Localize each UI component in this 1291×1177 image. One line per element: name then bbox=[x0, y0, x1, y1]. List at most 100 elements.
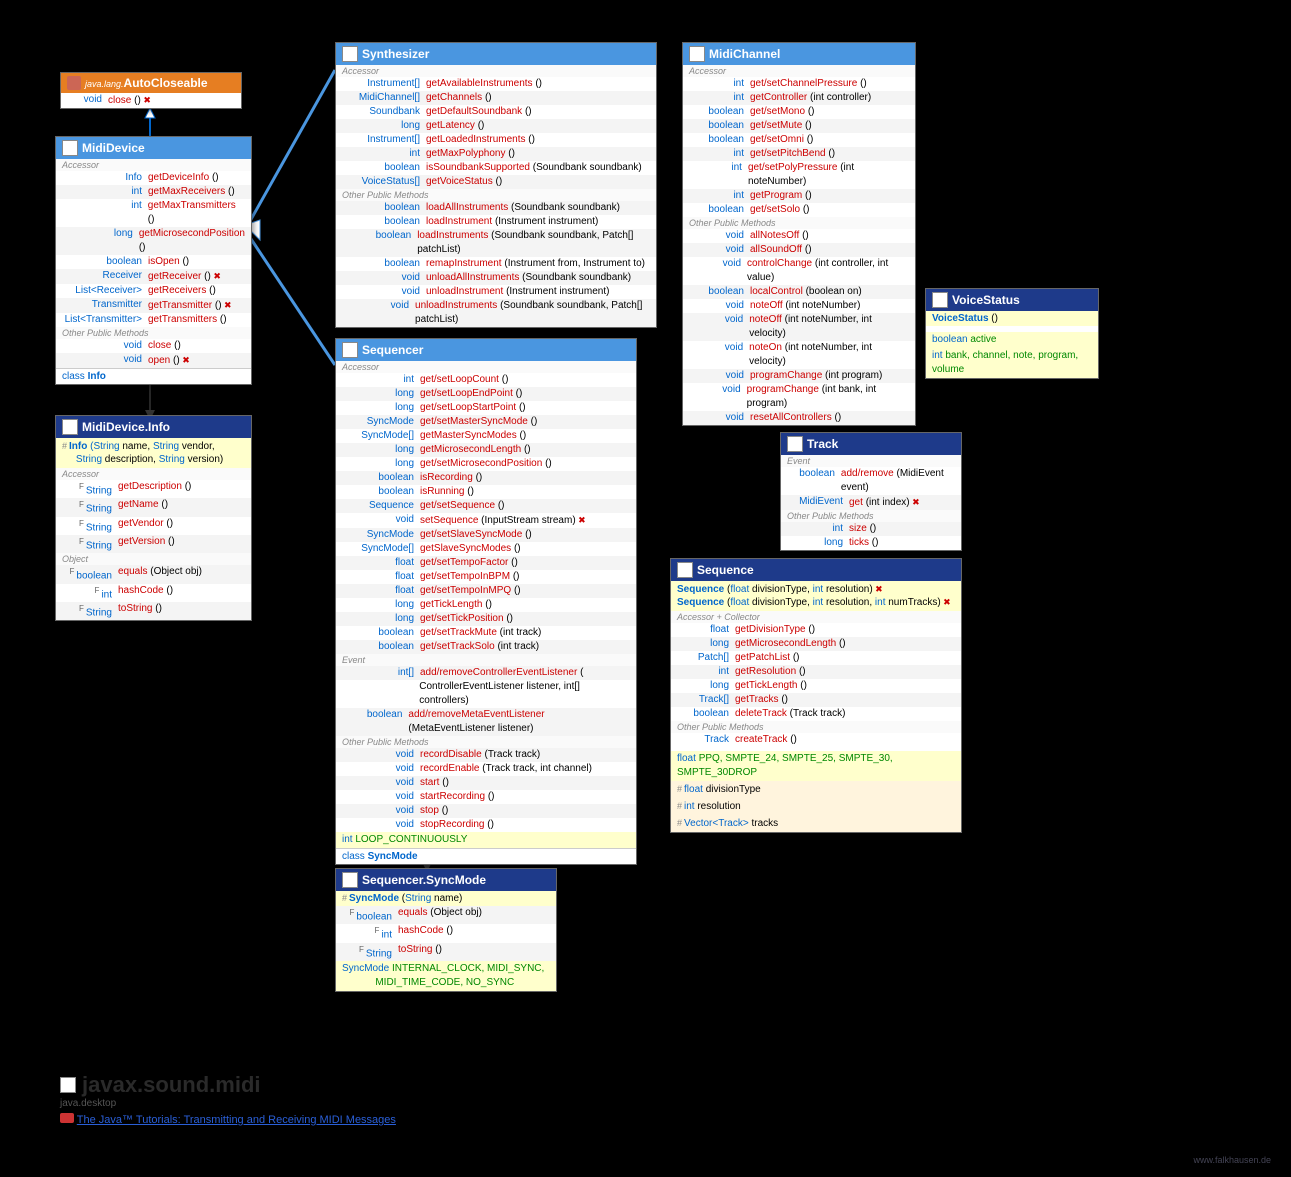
method-row: intgetMaxTransmitters () bbox=[56, 199, 251, 227]
method-row: FStringgetVersion () bbox=[56, 535, 251, 553]
method-row: FinthashCode () bbox=[56, 584, 251, 602]
method-row: booleanget/setTrackMute (int track) bbox=[336, 626, 636, 640]
tutorial-link[interactable]: The Java™ Tutorials: Transmitting and Re… bbox=[77, 1114, 396, 1126]
method-row: booleanloadInstruments (Soundbank soundb… bbox=[336, 229, 656, 257]
method-row: SyncModeget/setSlaveSyncMode () bbox=[336, 528, 636, 542]
method-row: booleanloadInstrument (Instrument instru… bbox=[336, 215, 656, 229]
method-row: booleanget/setOmni () bbox=[683, 133, 915, 147]
class-icon bbox=[787, 436, 803, 452]
method-row: ReceivergetReceiver () ✖ bbox=[56, 269, 251, 284]
oracle-icon bbox=[60, 1113, 74, 1123]
method-row: MidiChannel[]getChannels () bbox=[336, 91, 656, 105]
method-row: FStringgetVendor () bbox=[56, 517, 251, 535]
class-icon bbox=[932, 292, 948, 308]
method-row: intget/setPolyPressure (int noteNumber) bbox=[683, 161, 915, 189]
method-row: List<Receiver>getReceivers () bbox=[56, 284, 251, 298]
method-row: Fbooleanequals (Object obj) bbox=[56, 565, 251, 583]
method-row: booleanisOpen () bbox=[56, 255, 251, 269]
method-row: Patch[]getPatchList () bbox=[671, 651, 961, 665]
method-row: booleandeleteTrack (Track track) bbox=[671, 707, 961, 721]
header: VoiceStatus bbox=[926, 289, 1098, 311]
class-icon bbox=[62, 419, 78, 435]
method-row: FinthashCode () bbox=[336, 924, 556, 942]
method-row: Instrument[]getLoadedInstruments () bbox=[336, 133, 656, 147]
method-row: floatget/setTempoInBPM () bbox=[336, 570, 636, 584]
interface-icon bbox=[342, 342, 358, 358]
method-row: longget/setTickPosition () bbox=[336, 612, 636, 626]
method-row: Track[]getTracks () bbox=[671, 693, 961, 707]
method-row: voidallNotesOff () bbox=[683, 229, 915, 243]
interface-icon bbox=[689, 46, 705, 62]
class-mididevice: MidiDevice AccessorInfogetDeviceInfo ()i… bbox=[55, 136, 252, 385]
method-row: SyncModeget/setMasterSyncMode () bbox=[336, 415, 636, 429]
method-row: booleanget/setMono () bbox=[683, 105, 915, 119]
method-row: voidstop () bbox=[336, 804, 636, 818]
method-row: SoundbankgetDefaultSoundbank () bbox=[336, 105, 656, 119]
package-footer: javax.sound.midi java.desktop The Java™ … bbox=[60, 1072, 396, 1126]
header: MidiDevice bbox=[56, 137, 251, 159]
class-sequencer: Sequencer Accessorintget/setLoopCount ()… bbox=[335, 338, 637, 865]
method-row: booleanremapInstrument (Instrument from,… bbox=[336, 257, 656, 271]
interface-icon bbox=[62, 140, 78, 156]
method-row: intget/setLoopCount () bbox=[336, 373, 636, 387]
method-row: voidclose () bbox=[56, 339, 251, 353]
method-row: SyncMode[]getSlaveSyncModes () bbox=[336, 542, 636, 556]
class-syncmode: Sequencer.SyncMode #SyncMode (String nam… bbox=[335, 868, 557, 992]
method-row: booleanisSoundbankSupported (Soundbank s… bbox=[336, 161, 656, 175]
method-row: voidnoteOn (int noteNumber, int velocity… bbox=[683, 341, 915, 369]
method-row: voidstopRecording () bbox=[336, 818, 636, 832]
package-icon bbox=[60, 1077, 76, 1093]
method-row: voidrecordEnable (Track track, int chann… bbox=[336, 762, 636, 776]
header: MidiDevice.Info bbox=[56, 416, 251, 438]
method-row: booleanloadAllInstruments (Soundbank sou… bbox=[336, 201, 656, 215]
method-row: FStringgetDescription () bbox=[56, 480, 251, 498]
class-sequence: Sequence Sequence (float divisionType, i… bbox=[670, 558, 962, 833]
method-row: voidrecordDisable (Track track) bbox=[336, 748, 636, 762]
method-row: Instrument[]getAvailableInstruments () bbox=[336, 77, 656, 91]
method-row: int[]add/removeControllerEventListener ( bbox=[336, 666, 636, 680]
header: Sequencer.SyncMode bbox=[336, 869, 556, 891]
java-icon bbox=[67, 76, 81, 90]
method-row: intget/setChannelPressure () bbox=[683, 77, 915, 91]
method-row: voidcontrolChange (int controller, int v… bbox=[683, 257, 915, 285]
class-icon bbox=[677, 562, 693, 578]
method-row: longgetLatency () bbox=[336, 119, 656, 133]
method-row: booleanget/setTrackSolo (int track) bbox=[336, 640, 636, 654]
method-row: voidnoteOff (int noteNumber, int velocit… bbox=[683, 313, 915, 341]
method-row: longgetMicrosecondLength () bbox=[671, 637, 961, 651]
method-row: booleanget/setMute () bbox=[683, 119, 915, 133]
method-row: booleanlocalControl (boolean on) bbox=[683, 285, 915, 299]
method-row: longgetMicrosecondPosition () bbox=[56, 227, 251, 255]
header: Sequence bbox=[671, 559, 961, 581]
method-row: intsize () bbox=[781, 522, 961, 536]
class-mididevice-info: MidiDevice.Info #Info (String name, Stri… bbox=[55, 415, 252, 621]
method-row: voidunloadInstruments (Soundbank soundba… bbox=[336, 299, 656, 327]
method-row: FStringgetName () bbox=[56, 498, 251, 516]
method-row: voidprogramChange (int program) bbox=[683, 369, 915, 383]
method-row: longget/setMicrosecondPosition () bbox=[336, 457, 636, 471]
header: Track bbox=[781, 433, 961, 455]
method-row: intgetMaxPolyphony () bbox=[336, 147, 656, 161]
method-row: intgetProgram () bbox=[683, 189, 915, 203]
interface-icon bbox=[342, 46, 358, 62]
class-autocloseable: java.lang.AutoCloseable voidclose () ✖ bbox=[60, 72, 242, 109]
class-synthesizer: Synthesizer AccessorInstrument[]getAvail… bbox=[335, 42, 657, 328]
method-row: voidstart () bbox=[336, 776, 636, 790]
method-row: intgetController (int controller) bbox=[683, 91, 915, 105]
method-row: ControllerEventListener listener, int[] … bbox=[336, 680, 636, 708]
method-row: longgetMicrosecondLength () bbox=[336, 443, 636, 457]
method-row: TransmittergetTransmitter () ✖ bbox=[56, 298, 251, 313]
method-row: VoiceStatus[]getVoiceStatus () bbox=[336, 175, 656, 189]
method-row: voidunloadAllInstruments (Soundbank soun… bbox=[336, 271, 656, 285]
header: Sequencer bbox=[336, 339, 636, 361]
method-row: voidprogramChange (int bank, int program… bbox=[683, 383, 915, 411]
method-row: longget/setLoopStartPoint () bbox=[336, 401, 636, 415]
method-row: booleanadd/removeMetaEventListener (Meta… bbox=[336, 708, 636, 736]
method-row: floatgetDivisionType () bbox=[671, 623, 961, 637]
method-row: voidunloadInstrument (Instrument instrum… bbox=[336, 285, 656, 299]
method-row: booleanget/setSolo () bbox=[683, 203, 915, 217]
method-row: voidnoteOff (int noteNumber) bbox=[683, 299, 915, 313]
method-row: intget/setPitchBend () bbox=[683, 147, 915, 161]
method-row: longgetTickLength () bbox=[336, 598, 636, 612]
method-row: MidiEventget (int index) ✖ bbox=[781, 495, 961, 510]
